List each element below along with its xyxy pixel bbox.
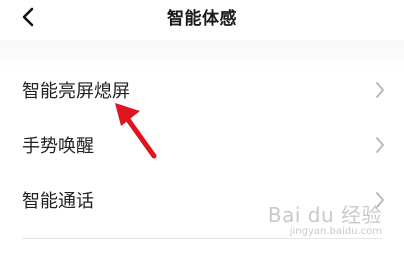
watermark-url: jingyan.baidu.com <box>289 226 382 237</box>
page-title: 智能体感 <box>167 9 237 29</box>
chevron-right-icon <box>376 82 384 98</box>
divider <box>22 238 382 239</box>
settings-item-smart-screen[interactable]: 智能亮屏熄屏 <box>0 62 404 117</box>
header: 智能体感 <box>0 0 404 40</box>
settings-item-label: 智能通话 <box>22 191 94 212</box>
chevron-right-icon <box>376 137 384 153</box>
watermark: Bai du 经验 jingyan.baidu.com <box>262 204 382 238</box>
watermark-logo: Bai du 经验 <box>267 203 382 227</box>
settings-item-gesture-wake[interactable]: 手势唤醒 <box>0 117 404 172</box>
settings-item-label: 手势唤醒 <box>22 136 94 157</box>
settings-item-label: 智能亮屏熄屏 <box>22 81 130 102</box>
